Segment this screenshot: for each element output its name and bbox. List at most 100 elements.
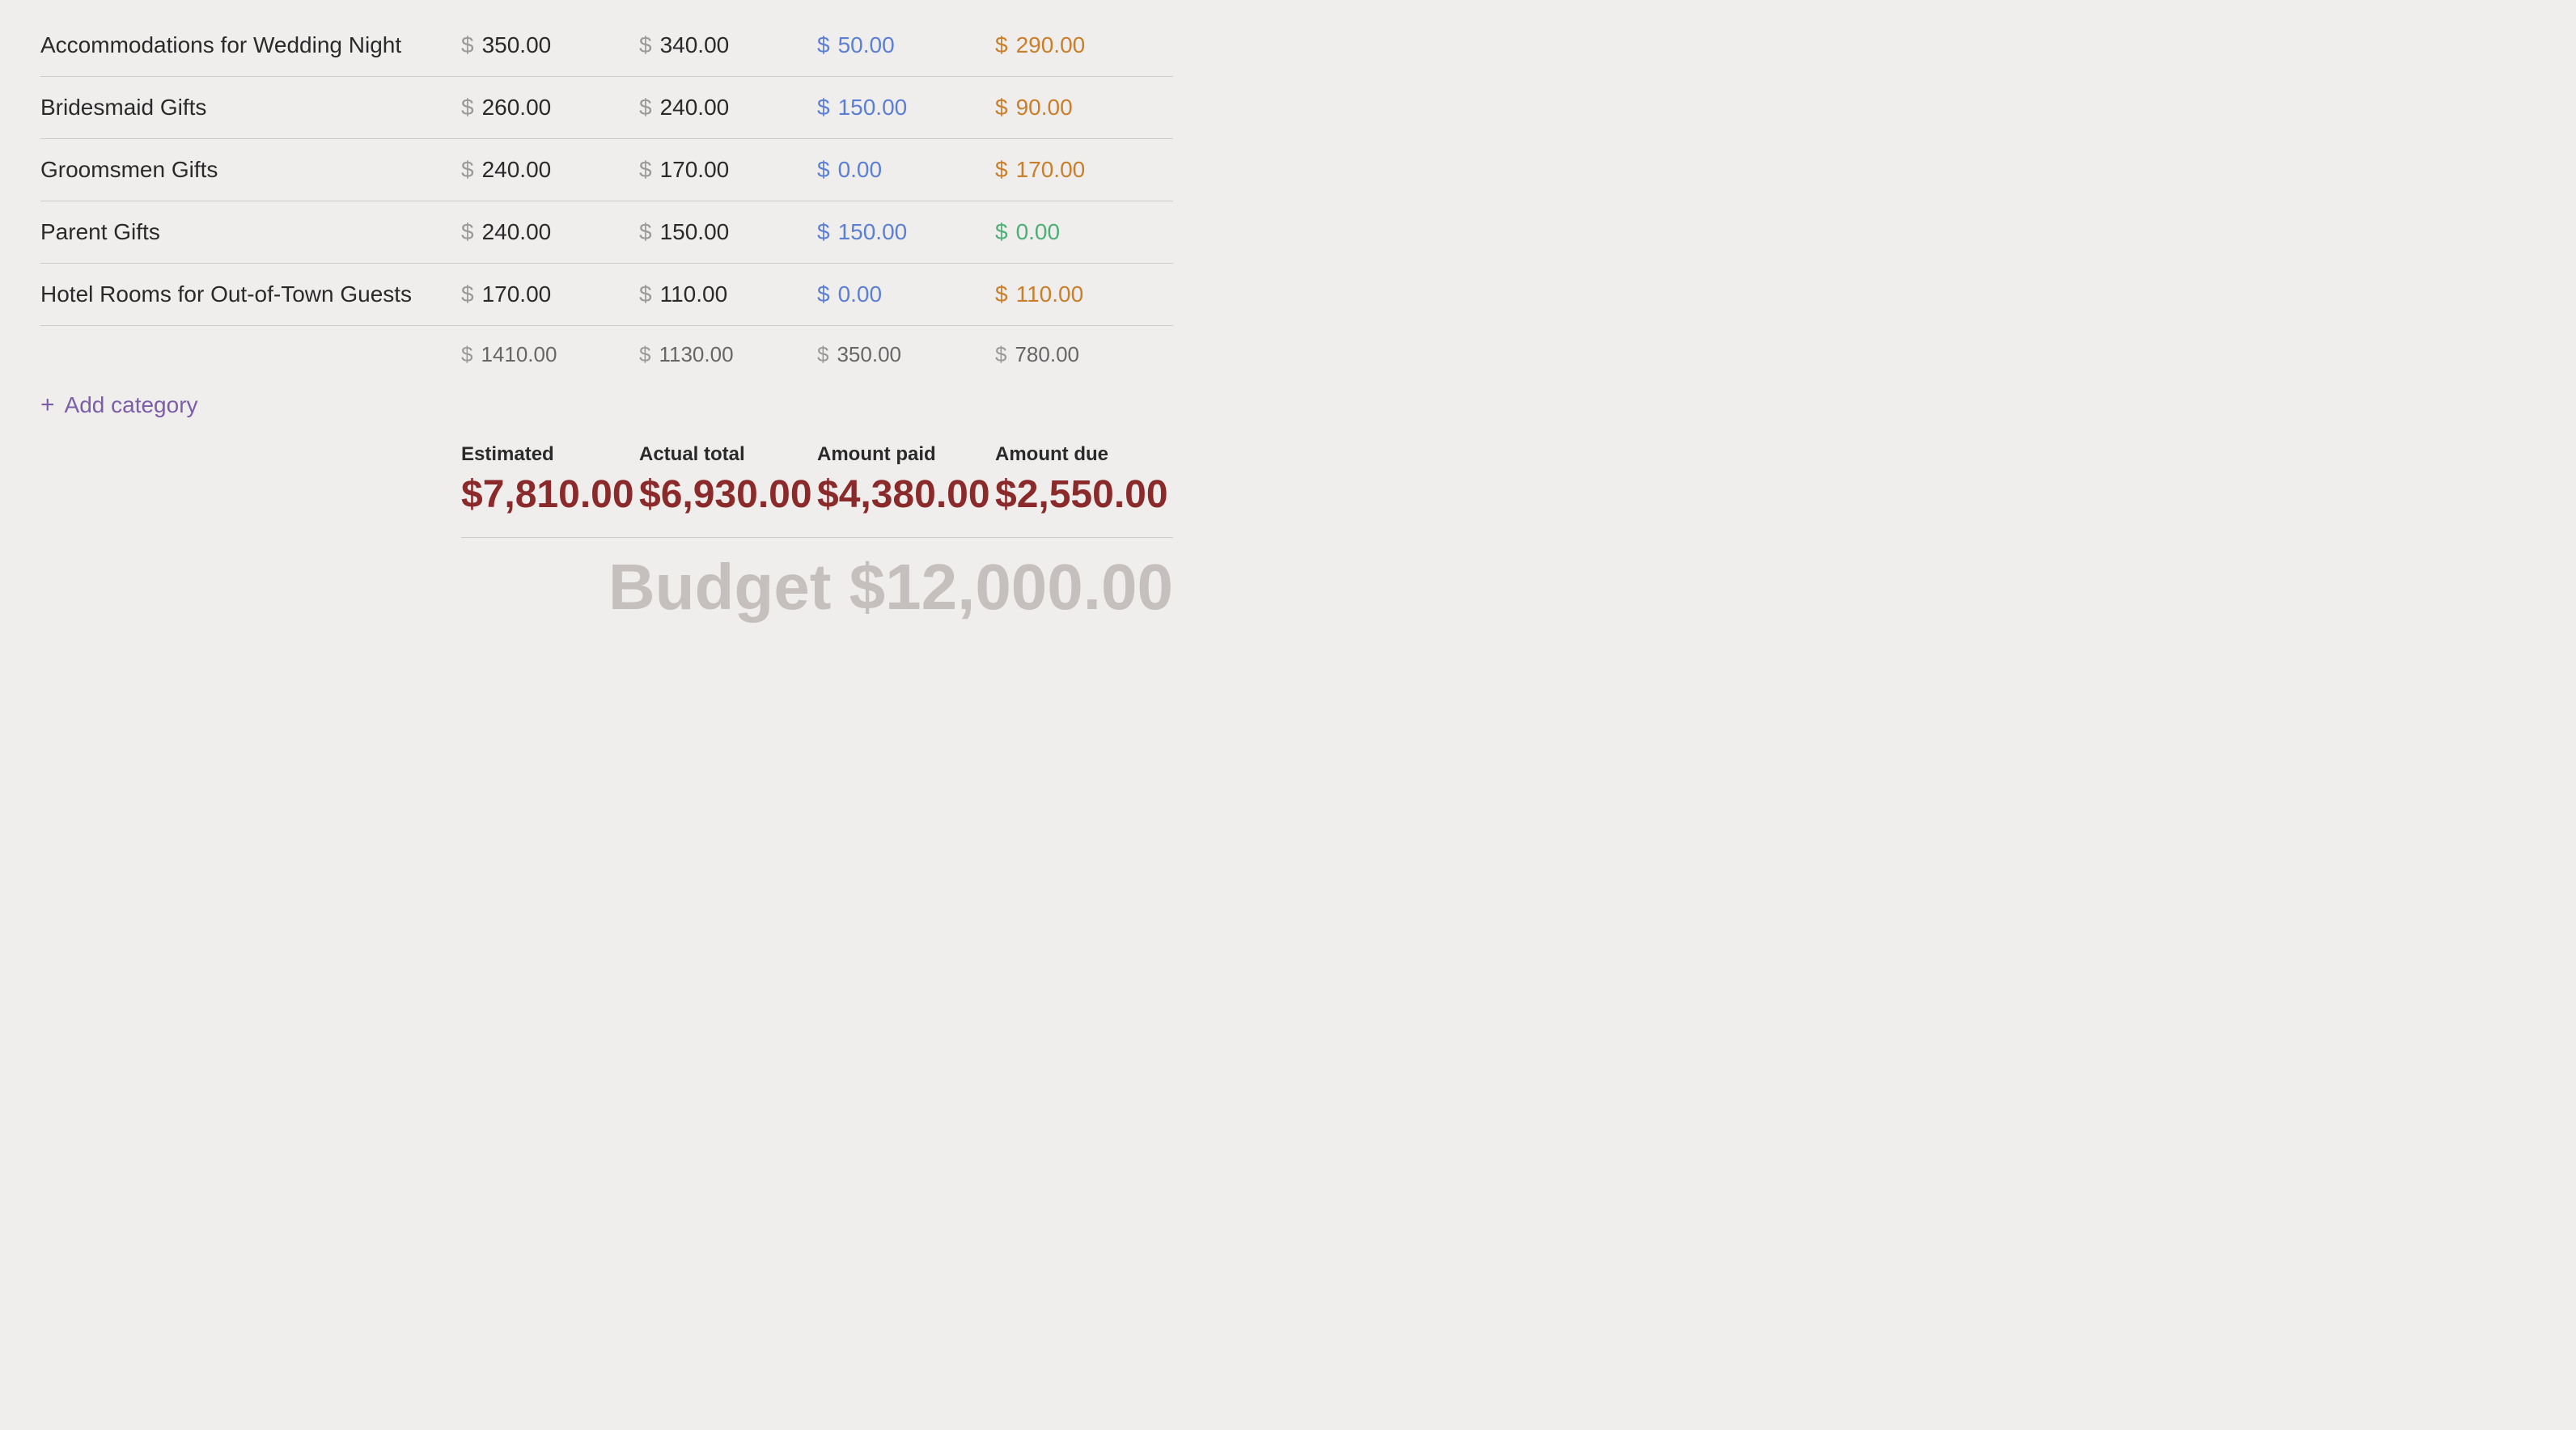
due-value: 110.00 (1016, 281, 1084, 307)
dollar-sign: $ (995, 219, 1008, 245)
dollar-sign: $ (461, 342, 472, 367)
estimated-value: 170.00 (482, 281, 552, 307)
actual-value: $6,930.00 (639, 472, 812, 517)
totals-row: $ 1410.00 $ 1130.00 $ 350.00 $ 780.00 (40, 326, 1173, 375)
paid-cell: $ 50.00 (817, 32, 995, 58)
actual-cell: $ 150.00 (639, 219, 817, 245)
due-cell: $ 90.00 (995, 95, 1173, 121)
category-name: Accommodations for Wedding Night (40, 32, 461, 58)
actual-cell: $ 340.00 (639, 32, 817, 58)
actual-value: 110.00 (660, 281, 728, 307)
category-name: Hotel Rooms for Out-of-Town Guests (40, 281, 461, 307)
estimated-cell: $ 260.00 (461, 95, 639, 121)
add-category-label: Add category (65, 392, 198, 418)
dollar-sign: $ (817, 157, 830, 183)
table-row: Bridesmaid Gifts $ 260.00 $ 240.00 $ 150… (40, 77, 1173, 139)
paid-value: 0.00 (838, 281, 883, 307)
paid-label: Amount paid (817, 443, 936, 466)
total-estimated-cell: $ 1410.00 (461, 342, 639, 367)
dollar-sign: $ (817, 95, 830, 121)
total-actual-value: 1130.00 (659, 342, 733, 367)
summary-actual-col: Actual total $6,930.00 (639, 443, 817, 517)
estimated-cell: $ 350.00 (461, 32, 639, 58)
summary-paid-col: Amount paid $4,380.00 (817, 443, 995, 517)
actual-cell: $ 170.00 (639, 157, 817, 183)
dollar-sign: $ (461, 95, 474, 121)
dollar-sign: $ (639, 32, 652, 58)
due-cell: $ 0.00 (995, 219, 1173, 245)
summary-estimated-col: Estimated $7,810.00 (461, 443, 639, 517)
due-value: 0.00 (1016, 219, 1061, 245)
due-value: $2,550.00 (995, 472, 1168, 517)
plus-icon: + (40, 391, 55, 419)
paid-value: 150.00 (838, 95, 908, 121)
due-value: 170.00 (1016, 157, 1086, 183)
dollar-sign: $ (639, 281, 652, 307)
paid-cell: $ 150.00 (817, 219, 995, 245)
due-value: 290.00 (1016, 32, 1086, 58)
dollar-sign: $ (995, 32, 1008, 58)
dollar-sign: $ (639, 95, 652, 121)
summary-due-col: Amount due $2,550.00 (995, 443, 1173, 517)
table-row: Hotel Rooms for Out-of-Town Guests $ 170… (40, 264, 1173, 326)
total-estimated-value: 1410.00 (481, 342, 557, 367)
due-cell: $ 170.00 (995, 157, 1173, 183)
estimated-value: 260.00 (482, 95, 552, 121)
estimated-label: Estimated (461, 443, 554, 466)
paid-cell: $ 150.00 (817, 95, 995, 121)
add-category-button[interactable]: + Add category (40, 391, 1173, 419)
paid-cell: $ 0.00 (817, 281, 995, 307)
actual-value: 240.00 (660, 95, 730, 121)
dollar-sign: $ (461, 157, 474, 183)
table-row: Parent Gifts $ 240.00 $ 150.00 $ 150.00 … (40, 201, 1173, 264)
paid-cell: $ 0.00 (817, 157, 995, 183)
estimated-cell: $ 240.00 (461, 219, 639, 245)
dollar-sign: $ (995, 95, 1008, 121)
dollar-sign: $ (995, 281, 1008, 307)
due-cell: $ 110.00 (995, 281, 1173, 307)
table-row: Groomsmen Gifts $ 240.00 $ 170.00 $ 0.00… (40, 139, 1173, 201)
dollar-sign: $ (639, 157, 652, 183)
dollar-sign: $ (461, 281, 474, 307)
estimated-cell: $ 240.00 (461, 157, 639, 183)
estimated-value: $7,810.00 (461, 472, 634, 517)
table-row: Accommodations for Wedding Night $ 350.0… (40, 24, 1173, 77)
dollar-sign: $ (461, 32, 474, 58)
estimated-value: 240.00 (482, 219, 552, 245)
dollar-sign: $ (639, 219, 652, 245)
due-value: 90.00 (1016, 95, 1073, 121)
budget-table: Accommodations for Wedding Night $ 350.0… (40, 24, 1173, 624)
actual-value: 150.00 (660, 219, 730, 245)
paid-value: 150.00 (838, 219, 908, 245)
estimated-value: 350.00 (482, 32, 552, 58)
actual-cell: $ 240.00 (639, 95, 817, 121)
dollar-sign: $ (817, 219, 830, 245)
total-actual-cell: $ 1130.00 (639, 342, 817, 367)
paid-value: 0.00 (838, 157, 883, 183)
dollar-sign: $ (461, 219, 474, 245)
actual-label: Actual total (639, 443, 745, 466)
category-name: Bridesmaid Gifts (40, 95, 461, 121)
paid-value: $4,380.00 (817, 472, 990, 517)
total-due-value: 780.00 (1015, 342, 1079, 367)
actual-value: 340.00 (660, 32, 730, 58)
dollar-sign: $ (995, 342, 1006, 367)
dollar-sign: $ (995, 157, 1008, 183)
total-due-cell: $ 780.00 (995, 342, 1173, 367)
due-label: Amount due (995, 443, 1108, 466)
category-name: Groomsmen Gifts (40, 157, 461, 183)
dollar-sign: $ (639, 342, 650, 367)
summary-section: Estimated $7,810.00 Actual total $6,930.… (40, 443, 1173, 624)
estimated-cell: $ 170.00 (461, 281, 639, 307)
total-paid-cell: $ 350.00 (817, 342, 995, 367)
category-name: Parent Gifts (40, 219, 461, 245)
budget-total-label: Budget $12,000.00 (608, 551, 1173, 623)
total-paid-value: 350.00 (837, 342, 901, 367)
actual-cell: $ 110.00 (639, 281, 817, 307)
estimated-value: 240.00 (482, 157, 552, 183)
due-cell: $ 290.00 (995, 32, 1173, 58)
dollar-sign: $ (817, 342, 828, 367)
actual-value: 170.00 (660, 157, 730, 183)
dollar-sign: $ (817, 32, 830, 58)
paid-value: 50.00 (838, 32, 895, 58)
